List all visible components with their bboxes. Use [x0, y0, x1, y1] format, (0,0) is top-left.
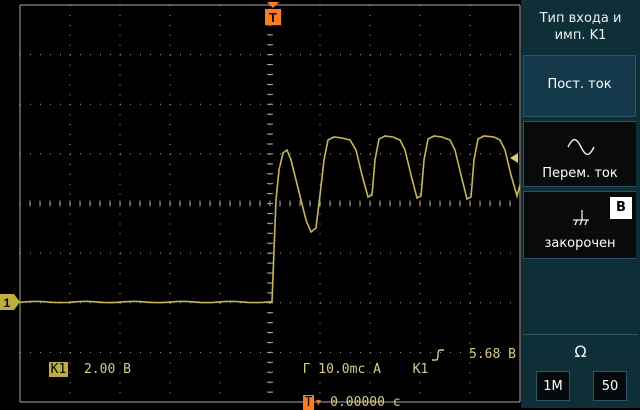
- impedance-50-button[interactable]: 50: [593, 371, 627, 401]
- menu-title-line2: имп. K1: [554, 28, 607, 43]
- menu-title: Тип входа и имп. K1: [521, 10, 640, 44]
- trigger-readout: K1: [397, 347, 429, 377]
- volts-per-div: 2.00 В: [83, 362, 131, 377]
- channel-scale-readout: K1 2.00 В: [33, 347, 131, 377]
- trigger-mode: A: [373, 362, 381, 377]
- ground-icon: [573, 210, 589, 226]
- trigger-level: 5.68 В: [469, 347, 516, 362]
- trigger-marker-label: T: [269, 10, 277, 25]
- gnd-coupling-button[interactable]: закорочен B: [523, 191, 636, 259]
- trigger-offset-readout: T ▾ 0.00000 с: [287, 380, 401, 410]
- ac-coupling-button[interactable]: Перем. ток: [523, 121, 636, 187]
- dc-coupling-button[interactable]: Пост. ток: [523, 55, 636, 117]
- trigger-source: K1: [412, 362, 429, 377]
- channel-1-marker-label: 1: [4, 296, 11, 310]
- channel-tag: K1: [48, 362, 69, 377]
- menu-title-line1: Тип входа и: [539, 11, 622, 26]
- gnd-coupling-label: закорочен: [544, 236, 616, 251]
- menu-separator: [523, 334, 638, 335]
- dc-coupling-label: Пост. ток: [547, 77, 612, 92]
- ac-coupling-label: Перем. ток: [542, 166, 618, 181]
- impedance-symbol: Ω: [574, 342, 587, 361]
- timebase-value: Г 10.0mc: [302, 362, 366, 377]
- sine-wave-icon: [567, 139, 595, 155]
- impedance-1m-button[interactable]: 1M: [536, 371, 570, 401]
- selection-badge: B: [610, 197, 632, 219]
- timebase-readout: Г 10.0mc A: [287, 347, 381, 377]
- rising-edge-icon: [432, 349, 444, 361]
